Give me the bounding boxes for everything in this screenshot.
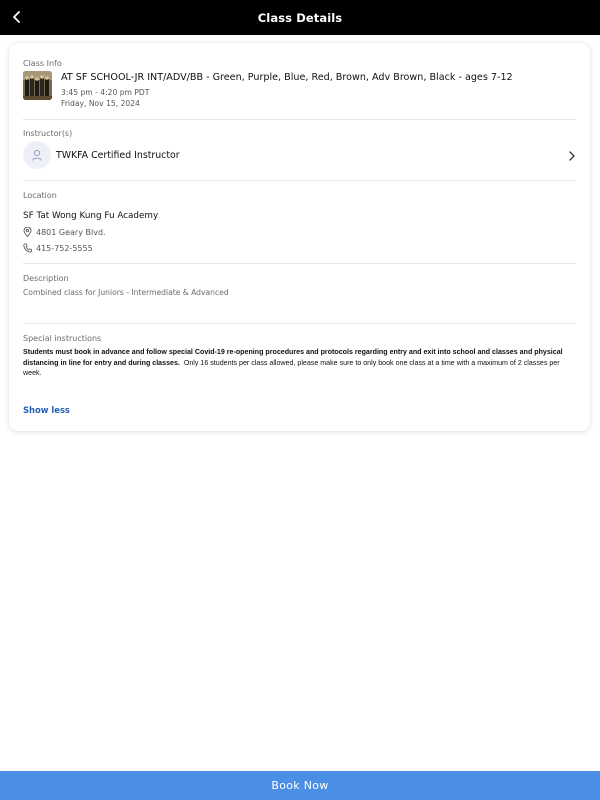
phone-text: 415-752-5555 — [36, 243, 93, 253]
map-pin-icon — [23, 227, 32, 237]
class-details-card: Class Info AT SF SCHOOL-JR INT/ADV/BB - … — [9, 43, 590, 431]
chevron-left-icon — [13, 11, 20, 23]
class-info-label: Class Info — [23, 59, 62, 68]
address-text: 4801 Geary Blvd. — [36, 227, 106, 237]
location-address[interactable]: 4801 Geary Blvd. — [23, 227, 106, 237]
chevron-right-icon — [569, 151, 575, 161]
book-now-button[interactable]: Book Now — [0, 771, 600, 800]
location-phone[interactable]: 415-752-5555 — [23, 243, 93, 253]
divider — [23, 263, 576, 264]
class-title: AT SF SCHOOL-JR INT/ADV/BB - Green, Purp… — [61, 72, 513, 83]
divider — [23, 323, 576, 324]
divider — [23, 180, 576, 181]
description-label: Description — [23, 274, 69, 283]
show-less-link[interactable]: Show less — [23, 405, 70, 415]
divider — [23, 119, 576, 120]
description-text: Combined class for Juniors - Intermediat… — [23, 288, 229, 297]
location-name: SF Tat Wong Kung Fu Academy — [23, 211, 159, 221]
class-thumbnail — [23, 71, 52, 100]
instructor-name: TWKFA Certified Instructor — [56, 150, 180, 161]
person-icon — [32, 149, 42, 161]
instructors-label: Instructor(s) — [23, 129, 73, 138]
header-bar: Class Details — [0, 0, 600, 35]
special-instructions-text: Students must book in advance and follow… — [23, 347, 579, 379]
phone-icon — [23, 243, 32, 253]
class-photo-image — [23, 71, 52, 100]
special-instructions-label: Special instructions — [23, 334, 102, 343]
class-time: 3:45 pm - 4:20 pm PDT — [61, 88, 150, 97]
page-title: Class Details — [257, 10, 343, 25]
back-button[interactable] — [6, 6, 28, 28]
class-date: Friday, Nov 15, 2024 — [61, 99, 140, 108]
avatar — [23, 141, 51, 169]
instructor-row[interactable]: TWKFA Certified Instructor — [23, 141, 576, 171]
location-label: Location — [23, 191, 57, 200]
